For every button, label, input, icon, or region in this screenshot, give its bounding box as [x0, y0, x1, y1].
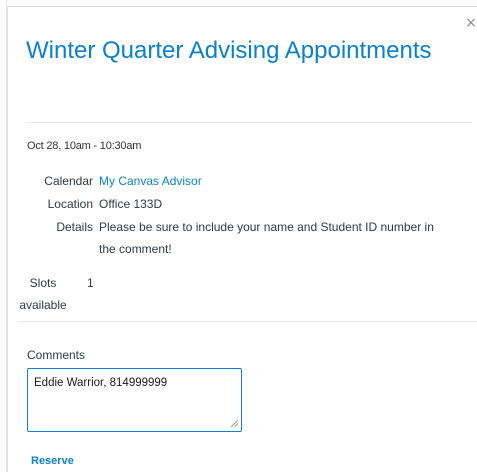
reserve-link[interactable]: Reserve [31, 455, 74, 467]
divider [26, 122, 472, 123]
details-value: Please be sure to include your name and … [99, 220, 434, 256]
appointment-popover: × Winter Quarter Advising Appointments O… [7, 6, 477, 472]
comments-label: Comments [27, 348, 86, 362]
close-icon[interactable]: × [464, 16, 477, 30]
details-label: Details [56, 220, 93, 234]
slots-label: Slots available [19, 276, 67, 312]
calendar-label: Calendar [44, 174, 93, 188]
location-label: Location [47, 197, 93, 211]
appointment-datetime: Oct 28, 10am - 10:30am [27, 140, 142, 152]
location-value: Office 133D [99, 197, 163, 211]
location-row: Location Office 133D [27, 194, 163, 214]
details-row: Details Please be sure to include your n… [27, 217, 449, 260]
slots-value: 1 [87, 276, 94, 290]
calendar-link[interactable]: My Canvas Advisor [93, 171, 202, 191]
resize-grip-icon[interactable] [230, 419, 239, 428]
comments-textarea[interactable]: Eddie Warrior, 814999999 [27, 368, 242, 432]
background-page-edge [0, 0, 7, 472]
divider [19, 321, 477, 322]
popover-title: Winter Quarter Advising Appointments [26, 37, 432, 64]
slots-row: Slots available 1 [19, 273, 94, 316]
calendar-row: Calendar My Canvas Advisor [27, 171, 202, 191]
